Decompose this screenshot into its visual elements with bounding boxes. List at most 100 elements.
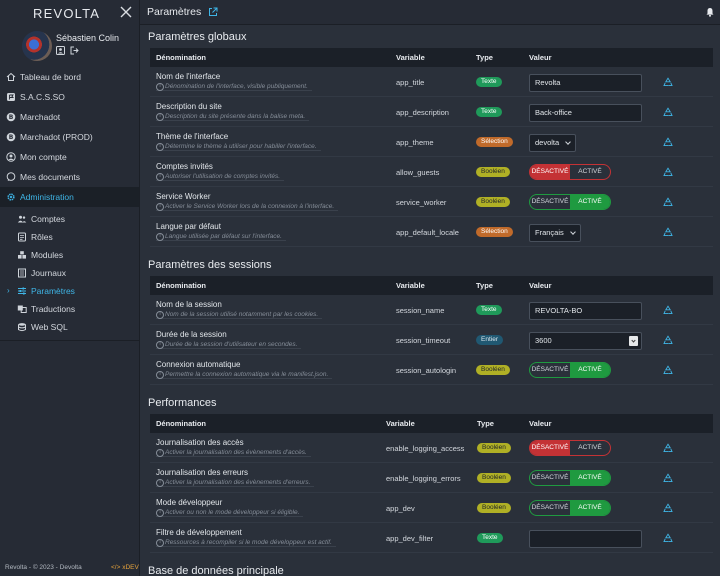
nav-item-6[interactable]: Administration (0, 187, 139, 207)
top-bar: Paramètres (140, 0, 720, 25)
table-row: Nom de l'interface Dénomination de l'inte… (150, 67, 713, 97)
type-badge: Booléen (476, 197, 510, 207)
header-value: Valeur (529, 281, 552, 290)
setting-variable: service_worker (396, 198, 447, 207)
setting-toggle[interactable]: DÉSACTIVÉ ACTIVÉ (529, 362, 611, 378)
toggle-off-label[interactable]: DÉSACTIVÉ (530, 165, 570, 179)
recycle-icon[interactable] (663, 167, 673, 177)
profile-card-icon[interactable] (56, 46, 65, 55)
recycle-icon[interactable] (663, 227, 673, 237)
type-badge: Booléen (477, 473, 511, 483)
header-variable: Variable (396, 281, 425, 290)
setting-toggle[interactable]: DÉSACTIVÉ ACTIVÉ (529, 440, 611, 456)
toggle-off-label[interactable]: DÉSACTIVÉ (530, 501, 570, 515)
section-title: Performances (148, 397, 217, 409)
svg-text:B: B (9, 134, 14, 141)
table-row: Journalisation des erreurs Activer la jou… (150, 463, 713, 493)
number-value: 3600 (535, 336, 552, 345)
subnav-item-5[interactable]: Traductions (0, 300, 139, 318)
type-badge: Booléen (476, 167, 510, 177)
recycle-icon[interactable] (663, 77, 673, 87)
recycle-icon[interactable] (663, 443, 673, 453)
setting-toggle[interactable]: DÉSACTIVÉ ACTIVÉ (529, 164, 611, 180)
setting-toggle[interactable]: DÉSACTIVÉ ACTIVÉ (529, 500, 611, 516)
recycle-icon[interactable] (663, 335, 673, 345)
nav-item-label: S.A.C.S.SO (20, 92, 65, 102)
setting-text-input[interactable]: Back-office (529, 104, 642, 122)
recycle-icon[interactable] (663, 305, 673, 315)
toggle-off-label[interactable]: DÉSACTIVÉ (530, 195, 570, 209)
setting-select[interactable]: Français (529, 224, 581, 242)
subnav-item-6[interactable]: Web SQL (0, 318, 139, 336)
nav-item-0[interactable]: Tableau de bord (0, 67, 139, 87)
nav-item-label: Marchadot (PROD) (20, 132, 93, 142)
nav-item-2[interactable]: B Marchadot (0, 107, 139, 127)
setting-variable: app_theme (396, 138, 434, 147)
recycle-icon[interactable] (663, 197, 673, 207)
setting-description: Durée de la session d'utilisateur en sec… (156, 341, 302, 349)
toggle-on-label[interactable]: ACTIVÉ (570, 363, 610, 377)
recycle-icon[interactable] (663, 137, 673, 147)
settings-table: Dénomination Variable Type Valeur Nom de l'i… (150, 48, 713, 247)
bell-icon[interactable] (705, 7, 715, 17)
recycle-icon[interactable] (663, 365, 673, 375)
log-icon (17, 268, 27, 278)
type-badge: Entier (476, 335, 503, 345)
toggle-off-label[interactable]: DÉSACTIVÉ (530, 441, 570, 455)
stepper-icon[interactable] (629, 336, 638, 346)
close-sidebar-button[interactable] (119, 5, 133, 19)
setting-text-input[interactable] (529, 530, 642, 548)
subnav-item-0[interactable]: Comptes (0, 210, 139, 228)
external-link-icon[interactable] (208, 7, 218, 17)
setting-variable: app_title (396, 78, 425, 87)
header-type: Type (476, 281, 493, 290)
recycle-icon[interactable] (663, 473, 673, 483)
setting-description: Permettre la connexion automatique via l… (156, 371, 333, 379)
nav-item-5[interactable]: Mes documents (0, 167, 139, 187)
toggle-off-label[interactable]: DÉSACTIVÉ (530, 363, 570, 377)
table-row: Description du site Description du site p… (150, 97, 713, 127)
type-badge: Texte (476, 305, 502, 315)
toggle-on-label[interactable]: ACTIVÉ (570, 195, 610, 209)
type-badge: Texte (476, 77, 502, 87)
toggle-off-label[interactable]: DÉSACTIVÉ (530, 471, 570, 485)
table-row: Connexion automatique Permettre la connex… (150, 355, 713, 385)
setting-number-input[interactable]: 3600 (529, 332, 642, 350)
setting-text-input[interactable]: REVOLTA-BO (529, 302, 642, 320)
toggle-on-label[interactable]: ACTIVÉ (570, 501, 610, 515)
toggle-on-label[interactable]: ACTIVÉ (570, 165, 610, 179)
logout-icon[interactable] (70, 46, 79, 55)
toggle-on-label[interactable]: ACTIVÉ (570, 441, 610, 455)
subnav-item-4[interactable]: › Paramètres (0, 282, 139, 300)
setting-text-input[interactable]: Revolta (529, 74, 642, 92)
setting-name: Thème de l'interface (156, 132, 229, 141)
subnav-item-1[interactable]: Rôles (0, 228, 139, 246)
setting-name: Description du site (156, 102, 222, 111)
nav-item-1[interactable]: S.A.C.S.SO (0, 87, 139, 107)
setting-description: Activer ou non le mode développeur si él… (156, 509, 304, 517)
setting-toggle[interactable]: DÉSACTIVÉ ACTIVÉ (529, 194, 611, 210)
setting-name: Connexion automatique (156, 360, 241, 369)
recycle-icon[interactable] (663, 533, 673, 543)
dev-badge-label: </> xDEV (111, 564, 139, 571)
home-icon (6, 72, 16, 82)
setting-select[interactable]: devolta (529, 134, 577, 152)
subnav-item-label: Rôles (31, 232, 53, 242)
table-header: Dénomination Variable Type Valeur (150, 414, 713, 433)
recycle-icon[interactable] (663, 107, 673, 117)
toggle-on-label[interactable]: ACTIVÉ (570, 471, 610, 485)
bitcoin-icon: B (6, 112, 16, 122)
nav-item-3[interactable]: B Marchadot (PROD) (0, 127, 139, 147)
table-row: Mode développeur Activer ou non le mode d… (150, 493, 713, 523)
sliders-icon (17, 286, 27, 296)
nav-item-4[interactable]: Mon compte (0, 147, 139, 167)
recycle-icon[interactable] (663, 503, 673, 513)
header-variable: Variable (386, 419, 415, 428)
setting-toggle[interactable]: DÉSACTIVÉ ACTIVÉ (529, 470, 611, 486)
settings-table: Dénomination Variable Type Valeur Nom de la … (150, 276, 713, 385)
user-circle-icon (6, 152, 16, 162)
avatar[interactable] (22, 31, 52, 61)
bitcoin-icon: B (6, 132, 16, 142)
subnav-item-2[interactable]: Modules (0, 246, 139, 264)
subnav-item-3[interactable]: Journaux (0, 264, 139, 282)
